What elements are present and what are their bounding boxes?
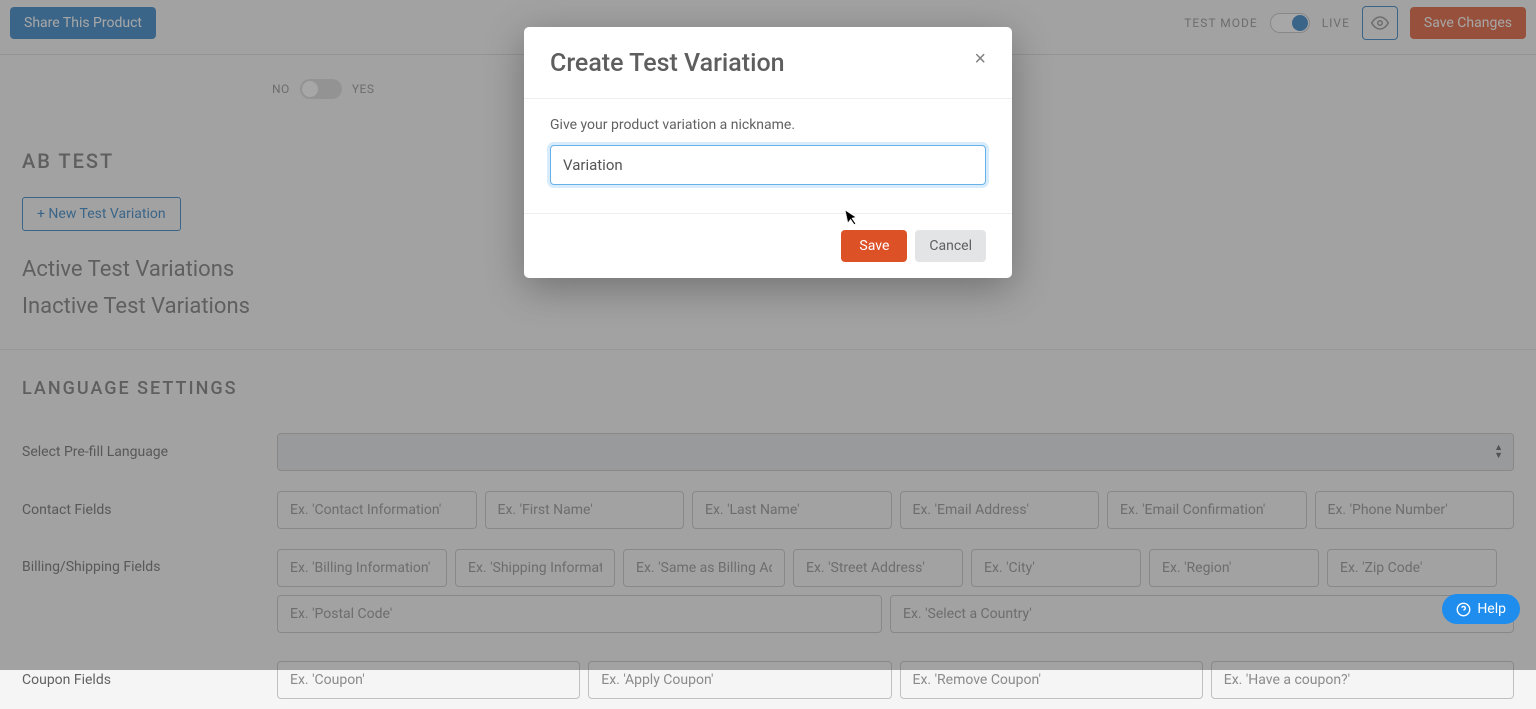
help-icon — [1456, 602, 1471, 617]
help-label: Help — [1477, 601, 1506, 617]
coupon-fields-label: Coupon Fields — [22, 672, 277, 688]
modal-close-button[interactable]: × — [974, 49, 986, 69]
modal-cancel-button[interactable]: Cancel — [915, 230, 986, 262]
modal-save-button[interactable]: Save — [841, 230, 907, 262]
modal-title: Create Test Variation — [550, 49, 785, 78]
variation-name-input[interactable] — [550, 145, 986, 185]
help-button[interactable]: Help — [1442, 594, 1520, 624]
close-icon: × — [974, 48, 986, 70]
modal-description: Give your product variation a nickname. — [550, 117, 986, 133]
create-variation-modal: Create Test Variation × Give your produc… — [524, 27, 1012, 278]
